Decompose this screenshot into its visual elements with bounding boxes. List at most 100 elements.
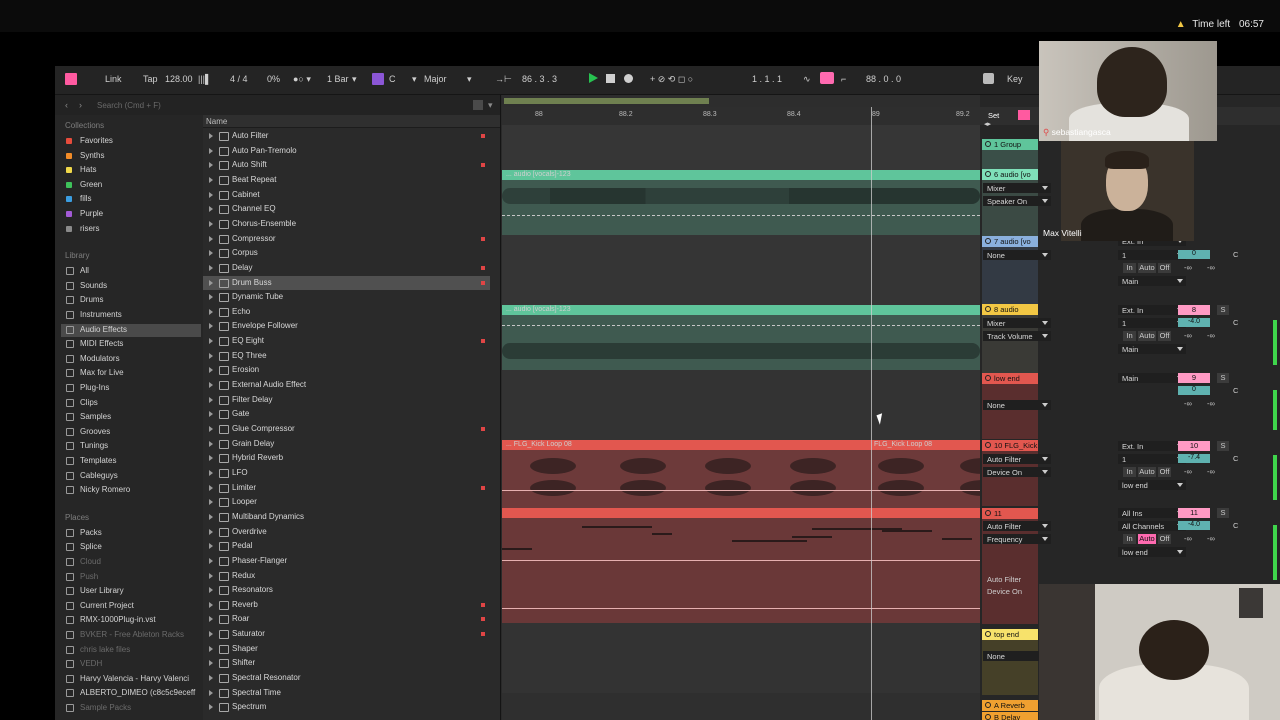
- set-button[interactable]: Set: [988, 111, 999, 120]
- device-list-item[interactable]: Spectral Time: [203, 686, 490, 700]
- library-item[interactable]: Clips: [61, 397, 201, 410]
- nav-arrows-icon[interactable]: ◂▸: [984, 120, 991, 128]
- loop-length-field[interactable]: 88 . 0 . 0: [866, 74, 901, 84]
- device-list-item[interactable]: Auto Pan-Tremolo: [203, 144, 490, 158]
- expand-icon[interactable]: [209, 469, 213, 476]
- collection-item[interactable]: Synths: [61, 150, 201, 163]
- track-number-button[interactable]: 11: [1178, 508, 1210, 518]
- library-item[interactable]: Samples: [61, 411, 201, 424]
- expand-icon[interactable]: [209, 528, 213, 535]
- loop-toggle-button[interactable]: [820, 72, 834, 84]
- volume-field[interactable]: 0: [1178, 250, 1210, 259]
- send-value[interactable]: -∞: [1184, 399, 1192, 408]
- parameter-chooser[interactable]: Device On: [983, 467, 1051, 477]
- punch-out-icon[interactable]: ⌐: [841, 74, 846, 84]
- fold-arrow-icon[interactable]: [985, 631, 991, 637]
- midi-note[interactable]: [732, 540, 807, 542]
- return-track-title[interactable]: B Delay: [982, 712, 1038, 720]
- output-select[interactable]: Main: [1118, 344, 1186, 354]
- send-value[interactable]: -∞: [1207, 467, 1215, 476]
- library-item[interactable]: MIDI Effects: [61, 338, 201, 351]
- tap-button[interactable]: Tap: [143, 74, 158, 84]
- expand-icon[interactable]: [209, 162, 213, 169]
- send-value[interactable]: -∞: [1184, 534, 1192, 543]
- place-item[interactable]: chris lake files: [61, 644, 201, 657]
- expand-icon[interactable]: [209, 513, 213, 520]
- library-item[interactable]: Audio Effects: [61, 323, 201, 337]
- monitor-off-button[interactable]: Off: [1158, 263, 1171, 273]
- input-channel-select[interactable]: All Channels: [1118, 521, 1186, 531]
- library-item[interactable]: Instruments: [61, 309, 201, 322]
- device-list-item[interactable]: Erosion: [203, 363, 490, 377]
- device-list-item[interactable]: Compressor: [203, 232, 490, 246]
- device-list-item[interactable]: LFO: [203, 466, 490, 480]
- fold-arrow-icon[interactable]: [985, 238, 991, 244]
- midi-track-title[interactable]: 11 SubBoomBa: [982, 508, 1038, 527]
- expand-icon[interactable]: [209, 396, 213, 403]
- audio-clip[interactable]: ... FLG_Kick Loop 08 FLG_Kick Loop 08: [502, 440, 980, 508]
- device-list-item[interactable]: Limiter: [203, 481, 490, 495]
- device-chooser[interactable]: Mixer: [983, 183, 1051, 193]
- audio-track-title[interactable]: 6 audio [vo: [982, 169, 1038, 180]
- device-list-item[interactable]: Overdrive: [203, 525, 490, 539]
- device-list-item[interactable]: Drum Buss: [203, 275, 490, 290]
- group-track-title[interactable]: top end: [982, 629, 1038, 640]
- expand-icon[interactable]: [209, 484, 213, 491]
- device-list-item[interactable]: Looper: [203, 495, 490, 509]
- fold-arrow-icon[interactable]: [985, 141, 991, 147]
- device-list-item[interactable]: Delay: [203, 261, 490, 275]
- monitor-auto-button[interactable]: Auto: [1138, 467, 1156, 477]
- audio-track-title[interactable]: 7 audio [vo: [982, 236, 1038, 247]
- monitor-in-button[interactable]: In: [1123, 534, 1136, 544]
- library-item[interactable]: Plug-Ins: [61, 382, 201, 395]
- volume-field[interactable]: -4.0: [1178, 318, 1210, 327]
- device-list-item[interactable]: EQ Three: [203, 349, 490, 363]
- expand-icon[interactable]: [209, 572, 213, 579]
- expand-icon[interactable]: [209, 631, 213, 638]
- place-item[interactable]: User Library: [61, 585, 201, 598]
- collection-item[interactable]: Favorites: [61, 135, 201, 148]
- place-item[interactable]: VEDH: [61, 658, 201, 671]
- place-item[interactable]: Cloud: [61, 556, 201, 569]
- group-track-lane[interactable]: [502, 125, 980, 170]
- solo-button[interactable]: S: [1217, 305, 1229, 315]
- device-chooser[interactable]: None: [983, 250, 1051, 260]
- midi-note[interactable]: [502, 548, 532, 550]
- device-chooser[interactable]: Mixer: [983, 318, 1051, 328]
- forward-icon[interactable]: ›: [79, 100, 82, 110]
- play-button[interactable]: [589, 73, 598, 83]
- device-list-item[interactable]: Dynamic Tube: [203, 290, 490, 304]
- swing-field[interactable]: 0%: [267, 74, 280, 84]
- expand-icon[interactable]: [209, 250, 213, 257]
- record-button[interactable]: [624, 74, 633, 83]
- audio-clip[interactable]: ... audio [vocals]-123: [502, 170, 980, 235]
- device-list-item[interactable]: Auto Filter: [203, 129, 490, 143]
- library-item[interactable]: Grooves: [61, 426, 201, 439]
- device-list-item[interactable]: Spectral Resonator: [203, 671, 490, 685]
- fold-arrow-icon[interactable]: [985, 702, 991, 708]
- device-list-item[interactable]: Pedal: [203, 539, 490, 553]
- return-track-lane[interactable]: [502, 693, 980, 720]
- device-list-item[interactable]: Envelope Follower: [203, 319, 490, 333]
- groove-icon[interactable]: ●○ ▾: [293, 74, 311, 85]
- midi-note[interactable]: [942, 538, 972, 540]
- fold-arrow-icon[interactable]: [985, 171, 991, 177]
- monitor-in-button[interactable]: In: [1123, 467, 1136, 477]
- clip-header[interactable]: ... FLG_Kick Loop 08 FLG_Kick Loop 08: [502, 440, 980, 450]
- library-item[interactable]: Drums: [61, 294, 201, 307]
- expand-icon[interactable]: [209, 264, 213, 271]
- device-chooser[interactable]: Auto Filter: [983, 521, 1051, 531]
- expand-icon[interactable]: [209, 367, 213, 374]
- volume-field[interactable]: 0: [1178, 386, 1210, 395]
- device-list-item[interactable]: Filter Delay: [203, 393, 490, 407]
- device-list-item[interactable]: Reverb: [203, 598, 490, 612]
- expand-icon[interactable]: [209, 133, 213, 139]
- device-list-item[interactable]: Redux: [203, 569, 490, 583]
- expand-icon[interactable]: [209, 323, 213, 330]
- song-position-field[interactable]: 86 . 3 . 3: [522, 74, 557, 84]
- scale-select[interactable]: Major: [424, 74, 447, 84]
- library-item[interactable]: Templates: [61, 455, 201, 468]
- clip-header[interactable]: [502, 508, 980, 518]
- collection-item[interactable]: fills: [61, 193, 201, 206]
- midi-note[interactable]: [792, 536, 832, 538]
